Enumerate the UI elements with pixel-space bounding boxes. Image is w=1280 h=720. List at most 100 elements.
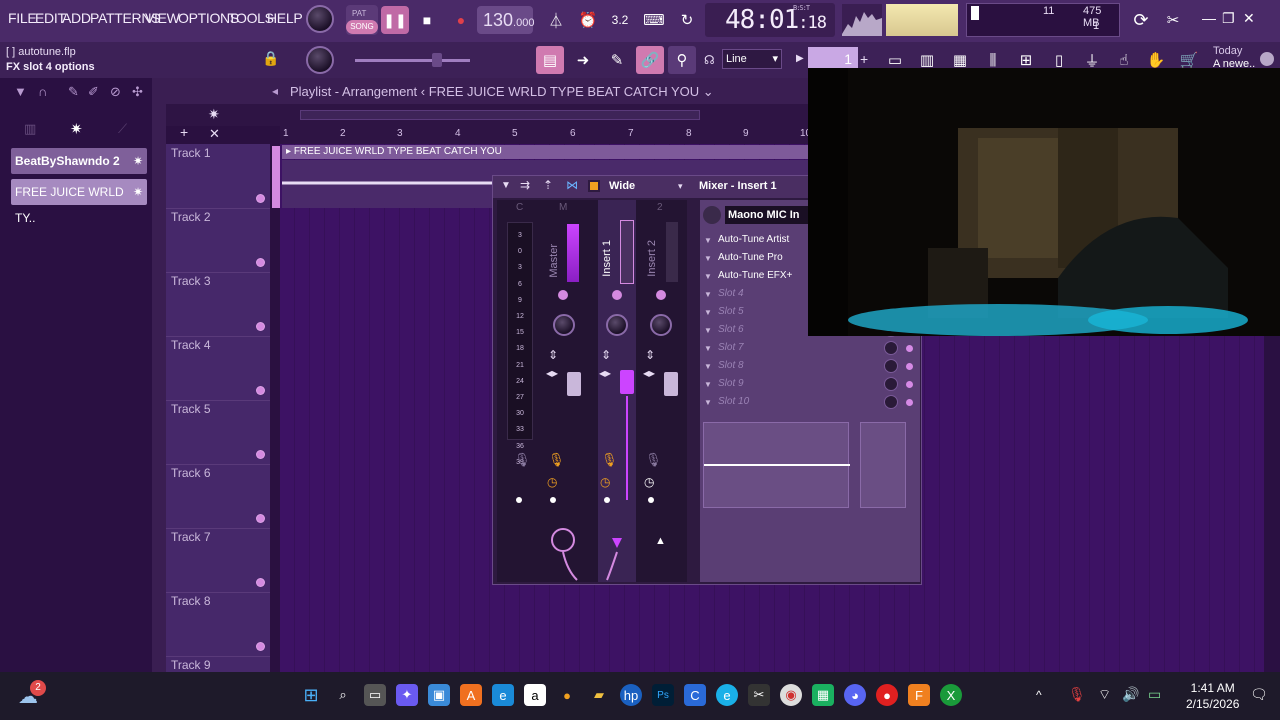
fx-slot-label[interactable]: Slot 8 xyxy=(718,360,744,371)
master-fader[interactable] xyxy=(567,372,581,396)
menu-add[interactable]: ADD xyxy=(62,10,91,26)
mixer-preset[interactable]: Wide xyxy=(609,180,635,192)
snap-select[interactable]: Line ▾ xyxy=(722,49,782,69)
chevron-up-icon[interactable]: ^ xyxy=(1036,688,1042,702)
photoshop-icon[interactable]: Ps xyxy=(652,684,674,706)
track-mute-dot[interactable] xyxy=(256,450,265,459)
eq-display[interactable] xyxy=(703,422,850,508)
mic-arm-icon[interactable]: 🎙 xyxy=(514,452,531,468)
mixer-color-icon[interactable] xyxy=(588,180,600,192)
fx-slot-label[interactable]: Slot 5 xyxy=(718,306,744,317)
track-label[interactable]: Track 5 xyxy=(171,402,211,416)
insert-2-active-led[interactable] xyxy=(656,290,666,300)
insert-2-pan-knob[interactable] xyxy=(650,314,672,336)
capture-icon[interactable]: ✂ xyxy=(748,684,770,706)
song-position-clock[interactable]: 48:01:18 B:S:T xyxy=(705,3,835,37)
countdown-icon[interactable]: 3.2 xyxy=(608,8,632,32)
master-pan-knob[interactable] xyxy=(553,314,575,336)
swap-icon[interactable]: ◂▸ xyxy=(599,366,611,380)
browser-scrollbar[interactable] xyxy=(152,104,166,672)
audio-clip-header[interactable]: ▸ FREE JUICE WRLD TYPE BEAT CATCH YOU xyxy=(282,145,808,159)
waveform-view-icon[interactable]: ✷ xyxy=(208,106,220,123)
mixer-route-icon[interactable]: ⇉ xyxy=(520,178,530,192)
fx-slot-label[interactable]: Slot 6 xyxy=(718,324,744,335)
mic-arm-icon[interactable]: 🎙 xyxy=(601,452,618,468)
fx-slot-label[interactable]: Slot 4 xyxy=(718,288,744,299)
track-mute-dot[interactable] xyxy=(256,322,265,331)
slot-menu-icon[interactable]: ▼ xyxy=(704,254,712,263)
pencil-tool-icon[interactable]: ✎ xyxy=(68,84,79,100)
tools-icon[interactable]: ✂ xyxy=(1161,8,1185,32)
minimize-icon[interactable]: — xyxy=(1202,10,1216,26)
slot-enable-led[interactable] xyxy=(906,399,913,406)
battery-icon[interactable]: ▭ xyxy=(1148,686,1161,703)
playlist-pattern[interactable]: FREE JUICE WRLD TYPE BEAT CATCH YOU xyxy=(429,84,699,99)
stereo-icon[interactable]: ⇕ xyxy=(645,348,655,362)
fx-slot-label[interactable]: Auto-Tune EFX+ xyxy=(718,270,792,281)
chevron-down-icon[interactable]: ▾ xyxy=(678,181,683,192)
slot-menu-icon[interactable]: ▼ xyxy=(704,362,712,371)
slot-mix-knob[interactable] xyxy=(884,377,898,391)
magnet-icon[interactable]: ∩ xyxy=(38,84,47,99)
xbox-icon[interactable]: X xyxy=(940,684,962,706)
slot-enable-led[interactable] xyxy=(906,381,913,388)
automation-icon[interactable]: ⟋ xyxy=(118,121,127,137)
strip-label-insert-2[interactable]: Insert 2 xyxy=(646,240,658,277)
slot-menu-icon[interactable]: ▼ xyxy=(704,326,712,335)
pat-song-toggle[interactable]: PAT SONG xyxy=(346,5,378,35)
input-toggle-icon[interactable] xyxy=(703,206,721,224)
record-button[interactable]: ● xyxy=(447,6,475,34)
store-icon[interactable]: ▣ xyxy=(428,684,450,706)
media-icon[interactable]: ● xyxy=(556,684,578,706)
close-icon[interactable]: ✕ xyxy=(1243,10,1255,27)
slot-menu-icon[interactable]: ▼ xyxy=(704,380,712,389)
insert-1-pan-knob[interactable] xyxy=(606,314,628,336)
track-label[interactable]: Track 2 xyxy=(171,210,211,224)
track-mute-dot[interactable] xyxy=(256,578,265,587)
chevron-up-icon[interactable]: ▲ xyxy=(655,535,666,547)
track-label[interactable]: Track 7 xyxy=(171,530,211,544)
track-label[interactable]: Track 8 xyxy=(171,594,211,608)
browser-app-icon[interactable]: e xyxy=(716,684,738,706)
insert-2-fader[interactable] xyxy=(664,372,678,396)
fx-slot-label[interactable]: Auto-Tune Pro xyxy=(718,252,783,263)
pattern-icon[interactable]: ▥ xyxy=(24,121,36,137)
insert-1-active-led[interactable] xyxy=(612,290,622,300)
notifications-icon[interactable]: 🗨 xyxy=(1250,686,1268,703)
horizontal-scroll[interactable] xyxy=(300,110,700,120)
close-x-icon[interactable]: ✕ xyxy=(209,126,220,142)
menu-view[interactable]: VIEW xyxy=(145,10,180,26)
mixer-menu-icon[interactable]: ▼ xyxy=(501,180,511,191)
mixer-send-icon[interactable]: ⇡ xyxy=(543,178,553,192)
insert-1-fader[interactable] xyxy=(620,370,634,394)
folder-icon[interactable]: ▰ xyxy=(588,684,610,706)
strip-label-master[interactable]: Master xyxy=(548,244,560,278)
track-mute-dot[interactable] xyxy=(256,642,265,651)
chevron-down-icon[interactable]: ▼ xyxy=(14,84,27,99)
slot-mix-knob[interactable] xyxy=(884,341,898,355)
fx-slot-label[interactable]: Slot 9 xyxy=(718,378,744,389)
slot-menu-icon[interactable]: ▼ xyxy=(704,272,712,281)
microphone-icon[interactable]: 🎙 xyxy=(1068,686,1086,703)
loop-record-icon[interactable]: ↻ xyxy=(675,8,699,32)
menu-help[interactable]: HELP xyxy=(267,10,303,26)
audio-input-select[interactable]: Maono MIC In xyxy=(725,206,810,224)
app-icon[interactable]: A xyxy=(460,684,482,706)
stop-button[interactable]: ■ xyxy=(413,6,441,34)
hp-icon[interactable]: hp xyxy=(620,684,642,706)
search-icon[interactable]: ⌕ xyxy=(332,684,354,706)
plus-icon[interactable]: + xyxy=(860,51,868,67)
amazon-icon[interactable]: a xyxy=(524,684,546,706)
chrome-icon[interactable]: ◉ xyxy=(780,684,802,706)
clock-datetime[interactable]: 1:41 AM 2/15/2026 xyxy=(1186,680,1239,712)
volume-icon[interactable]: 🔊 xyxy=(1122,686,1139,703)
master-pitch-knob[interactable] xyxy=(306,46,334,74)
add-track-icon[interactable]: + xyxy=(180,124,188,140)
master-active-led[interactable] xyxy=(558,290,568,300)
fx-slot-label[interactable]: Slot 10 xyxy=(718,396,749,407)
clock-icon[interactable]: ◷ xyxy=(547,475,557,489)
playlist-view-button[interactable]: ▤ xyxy=(536,46,564,74)
track-mute-dot[interactable] xyxy=(256,386,265,395)
master-volume-knob[interactable] xyxy=(306,5,334,33)
slot-enable-led[interactable] xyxy=(906,345,913,352)
